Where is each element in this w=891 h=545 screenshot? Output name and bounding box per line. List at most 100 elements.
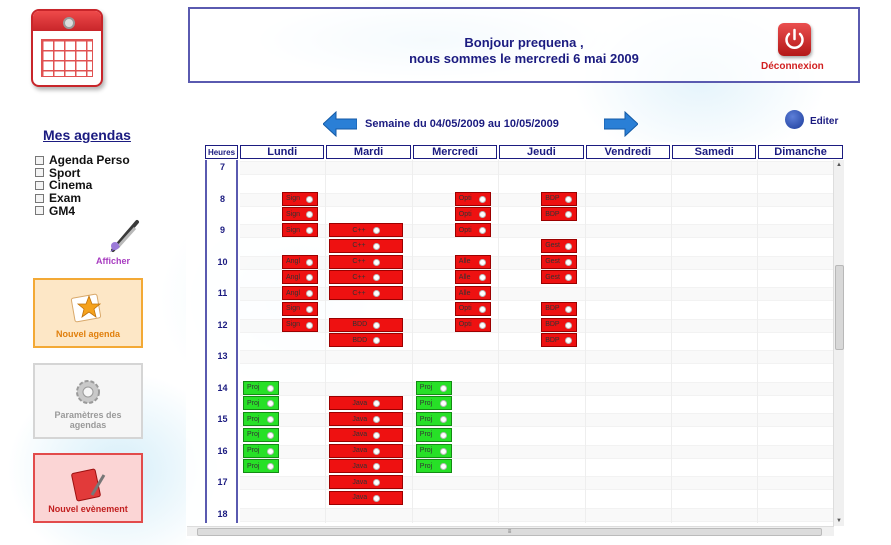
agenda-item-cinema[interactable]: Cinema xyxy=(35,178,130,192)
event-proj[interactable]: Proj xyxy=(243,412,279,426)
event-opti[interactable]: Opti xyxy=(454,301,491,316)
nouvel-agenda-button[interactable]: Nouvel agenda xyxy=(33,278,143,348)
event-radio-icon[interactable] xyxy=(306,321,313,329)
time-slot[interactable] xyxy=(758,161,841,175)
event-sign[interactable]: Sign xyxy=(282,191,318,206)
event-bdp[interactable]: BDP xyxy=(541,207,578,222)
time-slot[interactable] xyxy=(758,255,841,270)
time-slot[interactable] xyxy=(758,192,841,207)
event-proj[interactable]: Proj xyxy=(243,443,279,458)
event-java[interactable]: Java xyxy=(329,396,404,411)
parametres-agendas-button[interactable]: Paramètres des agendas xyxy=(33,363,143,439)
time-slot[interactable] xyxy=(672,507,758,522)
time-slot[interactable] xyxy=(672,381,758,396)
event-radio-icon[interactable] xyxy=(267,416,274,423)
event-radio-icon[interactable] xyxy=(478,274,486,282)
event-radio-icon[interactable] xyxy=(565,242,573,250)
time-slot[interactable] xyxy=(240,507,326,522)
time-slot[interactable] xyxy=(326,192,412,207)
time-slot[interactable] xyxy=(672,287,758,301)
mes-agendas-title[interactable]: Mes agendas xyxy=(43,127,131,143)
event-sign[interactable]: Sign xyxy=(282,317,318,332)
event-angl[interactable]: Angl xyxy=(282,286,318,300)
event-opti[interactable]: Opti xyxy=(454,317,491,332)
event-radio-icon[interactable] xyxy=(565,305,573,313)
event-proj[interactable]: Proj xyxy=(415,427,452,442)
event-opti[interactable]: Opti xyxy=(454,191,491,206)
event-radio-icon[interactable] xyxy=(306,274,313,282)
agenda-checkbox[interactable] xyxy=(35,206,44,216)
time-slot[interactable] xyxy=(412,476,499,490)
event-java[interactable]: Java xyxy=(329,427,404,442)
time-slot[interactable] xyxy=(326,350,412,364)
horizontal-scrollbar[interactable]: ≡ xyxy=(187,526,834,536)
time-slot[interactable] xyxy=(585,192,671,207)
time-slot[interactable] xyxy=(499,476,585,490)
time-slot[interactable] xyxy=(585,350,671,364)
event-radio-icon[interactable] xyxy=(478,290,486,297)
event-radio-icon[interactable] xyxy=(306,290,313,297)
agenda-checkbox[interactable] xyxy=(35,180,44,190)
event-angl[interactable]: Angl xyxy=(282,254,318,269)
event-radio-icon[interactable] xyxy=(565,195,573,203)
event-opti[interactable]: Opti xyxy=(454,207,491,222)
time-slot[interactable] xyxy=(585,381,671,396)
day-column-vendredi[interactable] xyxy=(585,160,672,523)
event-angl[interactable]: Angl xyxy=(282,270,318,285)
event-gest[interactable]: Gest xyxy=(541,254,578,269)
time-slot[interactable] xyxy=(672,224,758,238)
event-radio-icon[interactable] xyxy=(373,447,381,455)
calendar-logo-icon[interactable] xyxy=(31,9,103,87)
event-radio-icon[interactable] xyxy=(439,431,447,439)
time-slot[interactable] xyxy=(240,476,326,490)
time-slot[interactable] xyxy=(499,350,585,364)
time-slot[interactable] xyxy=(758,224,841,238)
event-cpp[interactable]: C++ xyxy=(329,270,404,285)
event-radio-icon[interactable] xyxy=(306,211,313,219)
scroll-down-icon[interactable]: ▼ xyxy=(836,518,842,524)
event-radio-icon[interactable] xyxy=(373,479,381,486)
event-radio-icon[interactable] xyxy=(439,384,447,392)
event-radio-icon[interactable] xyxy=(373,258,381,266)
time-slot[interactable] xyxy=(326,161,412,175)
time-slot[interactable] xyxy=(412,350,499,364)
event-radio-icon[interactable] xyxy=(478,227,486,234)
time-slot[interactable] xyxy=(672,161,758,175)
event-cpp[interactable]: C++ xyxy=(329,223,404,237)
event-proj[interactable]: Proj xyxy=(415,412,452,426)
event-radio-icon[interactable] xyxy=(267,431,274,439)
time-slot[interactable] xyxy=(758,318,841,333)
event-cpp[interactable]: C++ xyxy=(329,286,404,300)
event-radio-icon[interactable] xyxy=(565,321,573,329)
time-slot[interactable] xyxy=(585,476,671,490)
event-radio-icon[interactable] xyxy=(373,463,381,471)
horizontal-scroll-thumb[interactable]: ≡ xyxy=(197,528,822,536)
event-radio-icon[interactable] xyxy=(267,384,274,392)
time-slot[interactable] xyxy=(758,381,841,396)
event-proj[interactable]: Proj xyxy=(243,459,279,474)
time-slot[interactable] xyxy=(585,287,671,301)
event-radio-icon[interactable] xyxy=(478,321,486,329)
event-cpp[interactable]: C++ xyxy=(329,238,404,253)
time-slot[interactable] xyxy=(758,476,841,490)
time-slot[interactable] xyxy=(758,413,841,427)
day-column-dimanche[interactable] xyxy=(758,160,841,523)
event-radio-icon[interactable] xyxy=(373,242,381,250)
paintbrush-pencil-icon[interactable] xyxy=(107,218,141,254)
time-slot[interactable] xyxy=(412,507,499,522)
time-slot[interactable] xyxy=(499,224,585,238)
time-slot[interactable] xyxy=(758,350,841,364)
event-radio-icon[interactable] xyxy=(373,400,381,408)
agenda-checkbox[interactable] xyxy=(35,193,44,203)
time-slot[interactable] xyxy=(499,507,585,522)
event-alle[interactable]: Alle xyxy=(454,270,491,285)
event-radio-icon[interactable] xyxy=(565,337,573,345)
event-bdp[interactable]: BDP xyxy=(541,191,578,206)
time-slot[interactable] xyxy=(672,476,758,490)
time-slot[interactable] xyxy=(499,381,585,396)
day-header-dimanche[interactable]: Dimanche xyxy=(758,145,843,159)
vertical-scroll-thumb[interactable] xyxy=(835,265,844,350)
event-radio-icon[interactable] xyxy=(267,447,274,455)
event-proj[interactable]: Proj xyxy=(415,459,452,474)
agenda-item-gm4[interactable]: GM4 xyxy=(35,204,130,218)
